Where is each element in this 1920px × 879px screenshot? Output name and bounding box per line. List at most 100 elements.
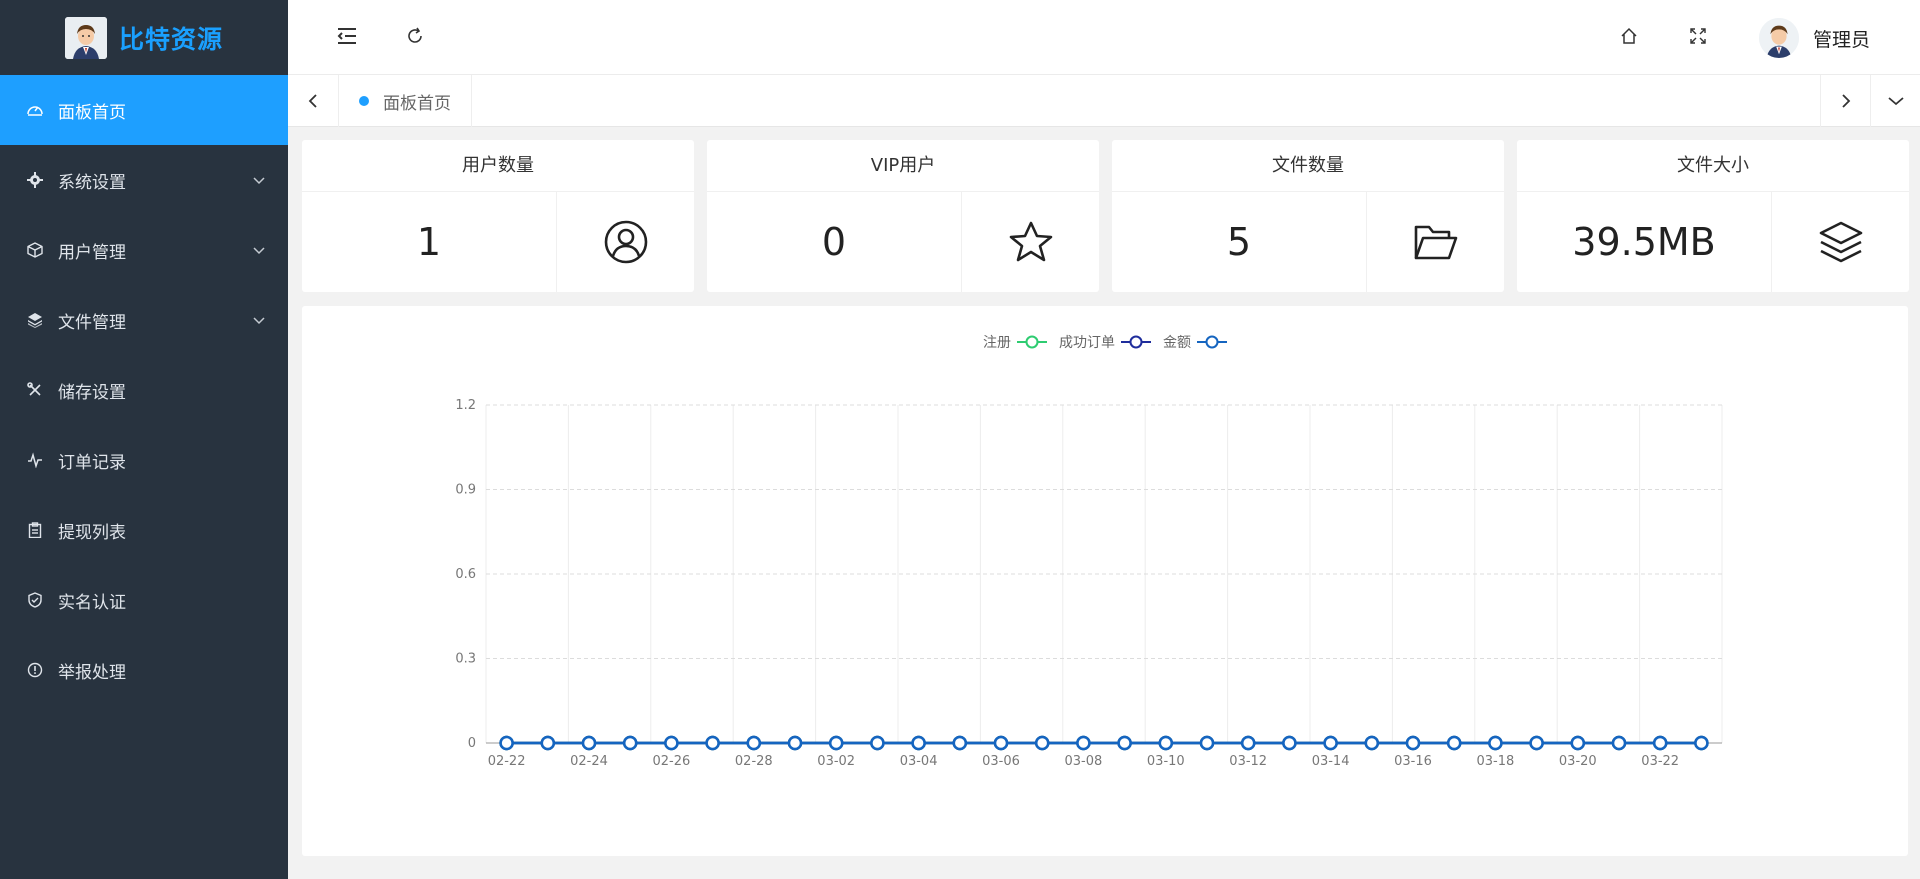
- tab-label: 面板首页: [383, 93, 451, 114]
- sidebar-item-label: 储存设置: [58, 382, 126, 403]
- stat-title: 文件数量: [1112, 140, 1504, 192]
- logo[interactable]: 比特资源: [0, 0, 288, 75]
- data-point: [1694, 735, 1709, 751]
- data-point: [993, 735, 1009, 751]
- sidebar-item-6[interactable]: 提现列表: [0, 495, 288, 565]
- stat-value: 39.5MB: [1517, 192, 1772, 292]
- sidebar-item-label: 实名认证: [58, 592, 126, 613]
- sidebar-item-4[interactable]: 储存设置: [0, 355, 288, 425]
- clipboard-icon: [26, 521, 44, 539]
- tabs-scroll-left-icon[interactable]: [288, 75, 338, 127]
- user-name: 管理员: [1812, 28, 1870, 51]
- stat-card-files: 文件数量 5: [1112, 140, 1504, 292]
- sidebar-item-label: 订单记录: [58, 452, 126, 473]
- sidebar-item-7[interactable]: 实名认证: [0, 565, 288, 635]
- stat-title: VIP用户: [707, 140, 1099, 192]
- avatar: [1758, 18, 1799, 58]
- data-point: [1364, 735, 1380, 751]
- chevron-down-icon: [252, 313, 266, 327]
- x-tick-label: 03-02: [817, 754, 855, 769]
- data-point: [828, 735, 844, 751]
- home-icon[interactable]: [1618, 25, 1640, 47]
- gear-icon: [26, 171, 44, 189]
- active-dot-icon: [359, 96, 369, 106]
- sidebar-item-0[interactable]: 面板首页: [0, 75, 288, 145]
- stat-value: 5: [1112, 192, 1367, 292]
- logo-avatar-icon: [64, 16, 107, 59]
- y-tick-label: 0.9: [455, 483, 476, 498]
- data-point: [1405, 735, 1421, 751]
- tabs-dropdown-icon[interactable]: [1870, 75, 1920, 127]
- data-point: [1282, 735, 1297, 751]
- tabs-bar: 面板首页: [288, 75, 1920, 127]
- sidebar-item-label: 用户管理: [58, 242, 126, 263]
- sidebar-item-8[interactable]: 举报处理: [0, 635, 288, 705]
- data-point: [540, 735, 556, 751]
- x-tick-label: 03-16: [1394, 754, 1432, 769]
- data-point: [952, 735, 968, 751]
- sidebar-item-5[interactable]: 订单记录: [0, 425, 288, 495]
- data-point: [1323, 735, 1338, 751]
- sidebar-item-label: 系统设置: [58, 172, 126, 193]
- sidebar-item-1[interactable]: 系统设置: [0, 145, 288, 215]
- layers-icon: [26, 311, 44, 329]
- data-point: [1446, 735, 1462, 751]
- x-tick-label: 03-12: [1229, 754, 1267, 769]
- user-menu[interactable]: 管理员: [1758, 17, 1870, 59]
- data-point: [1611, 735, 1627, 751]
- x-tick-label: 02-26: [653, 754, 691, 769]
- pulse-icon: [26, 451, 44, 469]
- x-tick-label: 02-22: [488, 754, 526, 769]
- top-header: 管理员: [288, 0, 1920, 75]
- cube-icon: [26, 241, 44, 259]
- shield-icon: [26, 591, 44, 609]
- data-point: [911, 735, 926, 751]
- sidebar-nav: 面板首页系统设置用户管理文件管理储存设置订单记录提现列表实名认证举报处理: [0, 75, 288, 705]
- tab-dashboard[interactable]: 面板首页: [338, 75, 472, 127]
- stat-card-filesize: 文件大小 39.5MB: [1517, 140, 1909, 292]
- x-tick-label: 03-20: [1559, 754, 1597, 769]
- sidebar-item-label: 提现列表: [58, 522, 126, 543]
- stat-value: 1: [302, 192, 557, 292]
- data-point: [787, 735, 803, 751]
- y-tick-label: 1.2: [455, 398, 476, 413]
- x-tick-label: 03-14: [1312, 754, 1350, 769]
- collapse-menu-icon[interactable]: [336, 25, 358, 47]
- sidebar-item-3[interactable]: 文件管理: [0, 285, 288, 355]
- dashboard-icon: [26, 101, 44, 119]
- data-point: [581, 735, 597, 751]
- info-icon: [26, 661, 44, 679]
- data-point: [705, 735, 720, 751]
- data-point: [622, 735, 638, 751]
- data-point: [664, 735, 679, 751]
- data-point: [1240, 735, 1256, 751]
- stat-title: 文件大小: [1517, 140, 1909, 192]
- brand-name: 比特资源: [118, 24, 223, 54]
- data-point: [1529, 735, 1544, 751]
- sidebar-item-2[interactable]: 用户管理: [0, 215, 288, 285]
- data-point: [1488, 735, 1503, 751]
- chevron-down-icon: [252, 243, 266, 257]
- stat-value: 0: [707, 192, 962, 292]
- folder-open-icon: [1367, 192, 1504, 292]
- tools-icon: [26, 381, 44, 399]
- tabs-scroll-right-icon[interactable]: [1820, 75, 1870, 127]
- x-tick-label: 03-06: [982, 754, 1020, 769]
- data-point: [1158, 735, 1174, 751]
- stat-title: 用户数量: [302, 140, 694, 192]
- data-point: [499, 735, 514, 751]
- data-point: [1570, 735, 1586, 751]
- refresh-icon[interactable]: [404, 25, 426, 47]
- data-point: [1652, 735, 1668, 751]
- stat-card-users: 用户数量 1: [302, 140, 694, 292]
- x-tick-label: 02-24: [570, 754, 608, 769]
- chart-panel: 注册 成功订单 金额 0 0.3 0.6 0.9 1.2 02-22 02-24 02-26 02-…: [302, 306, 1908, 856]
- x-tick-label: 03-18: [1477, 754, 1515, 769]
- fullscreen-icon[interactable]: [1687, 25, 1709, 47]
- line-chart: 0 0.3 0.6 0.9 1.2 02-22 02-24 02-26 02-28 03-02 03…: [455, 398, 1723, 769]
- y-tick-label: 0: [468, 736, 476, 751]
- x-tick-label: 02-28: [735, 754, 773, 769]
- layers-icon: [1772, 192, 1909, 292]
- x-tick-label: 03-04: [900, 754, 938, 769]
- x-tick-label: 03-22: [1641, 754, 1679, 769]
